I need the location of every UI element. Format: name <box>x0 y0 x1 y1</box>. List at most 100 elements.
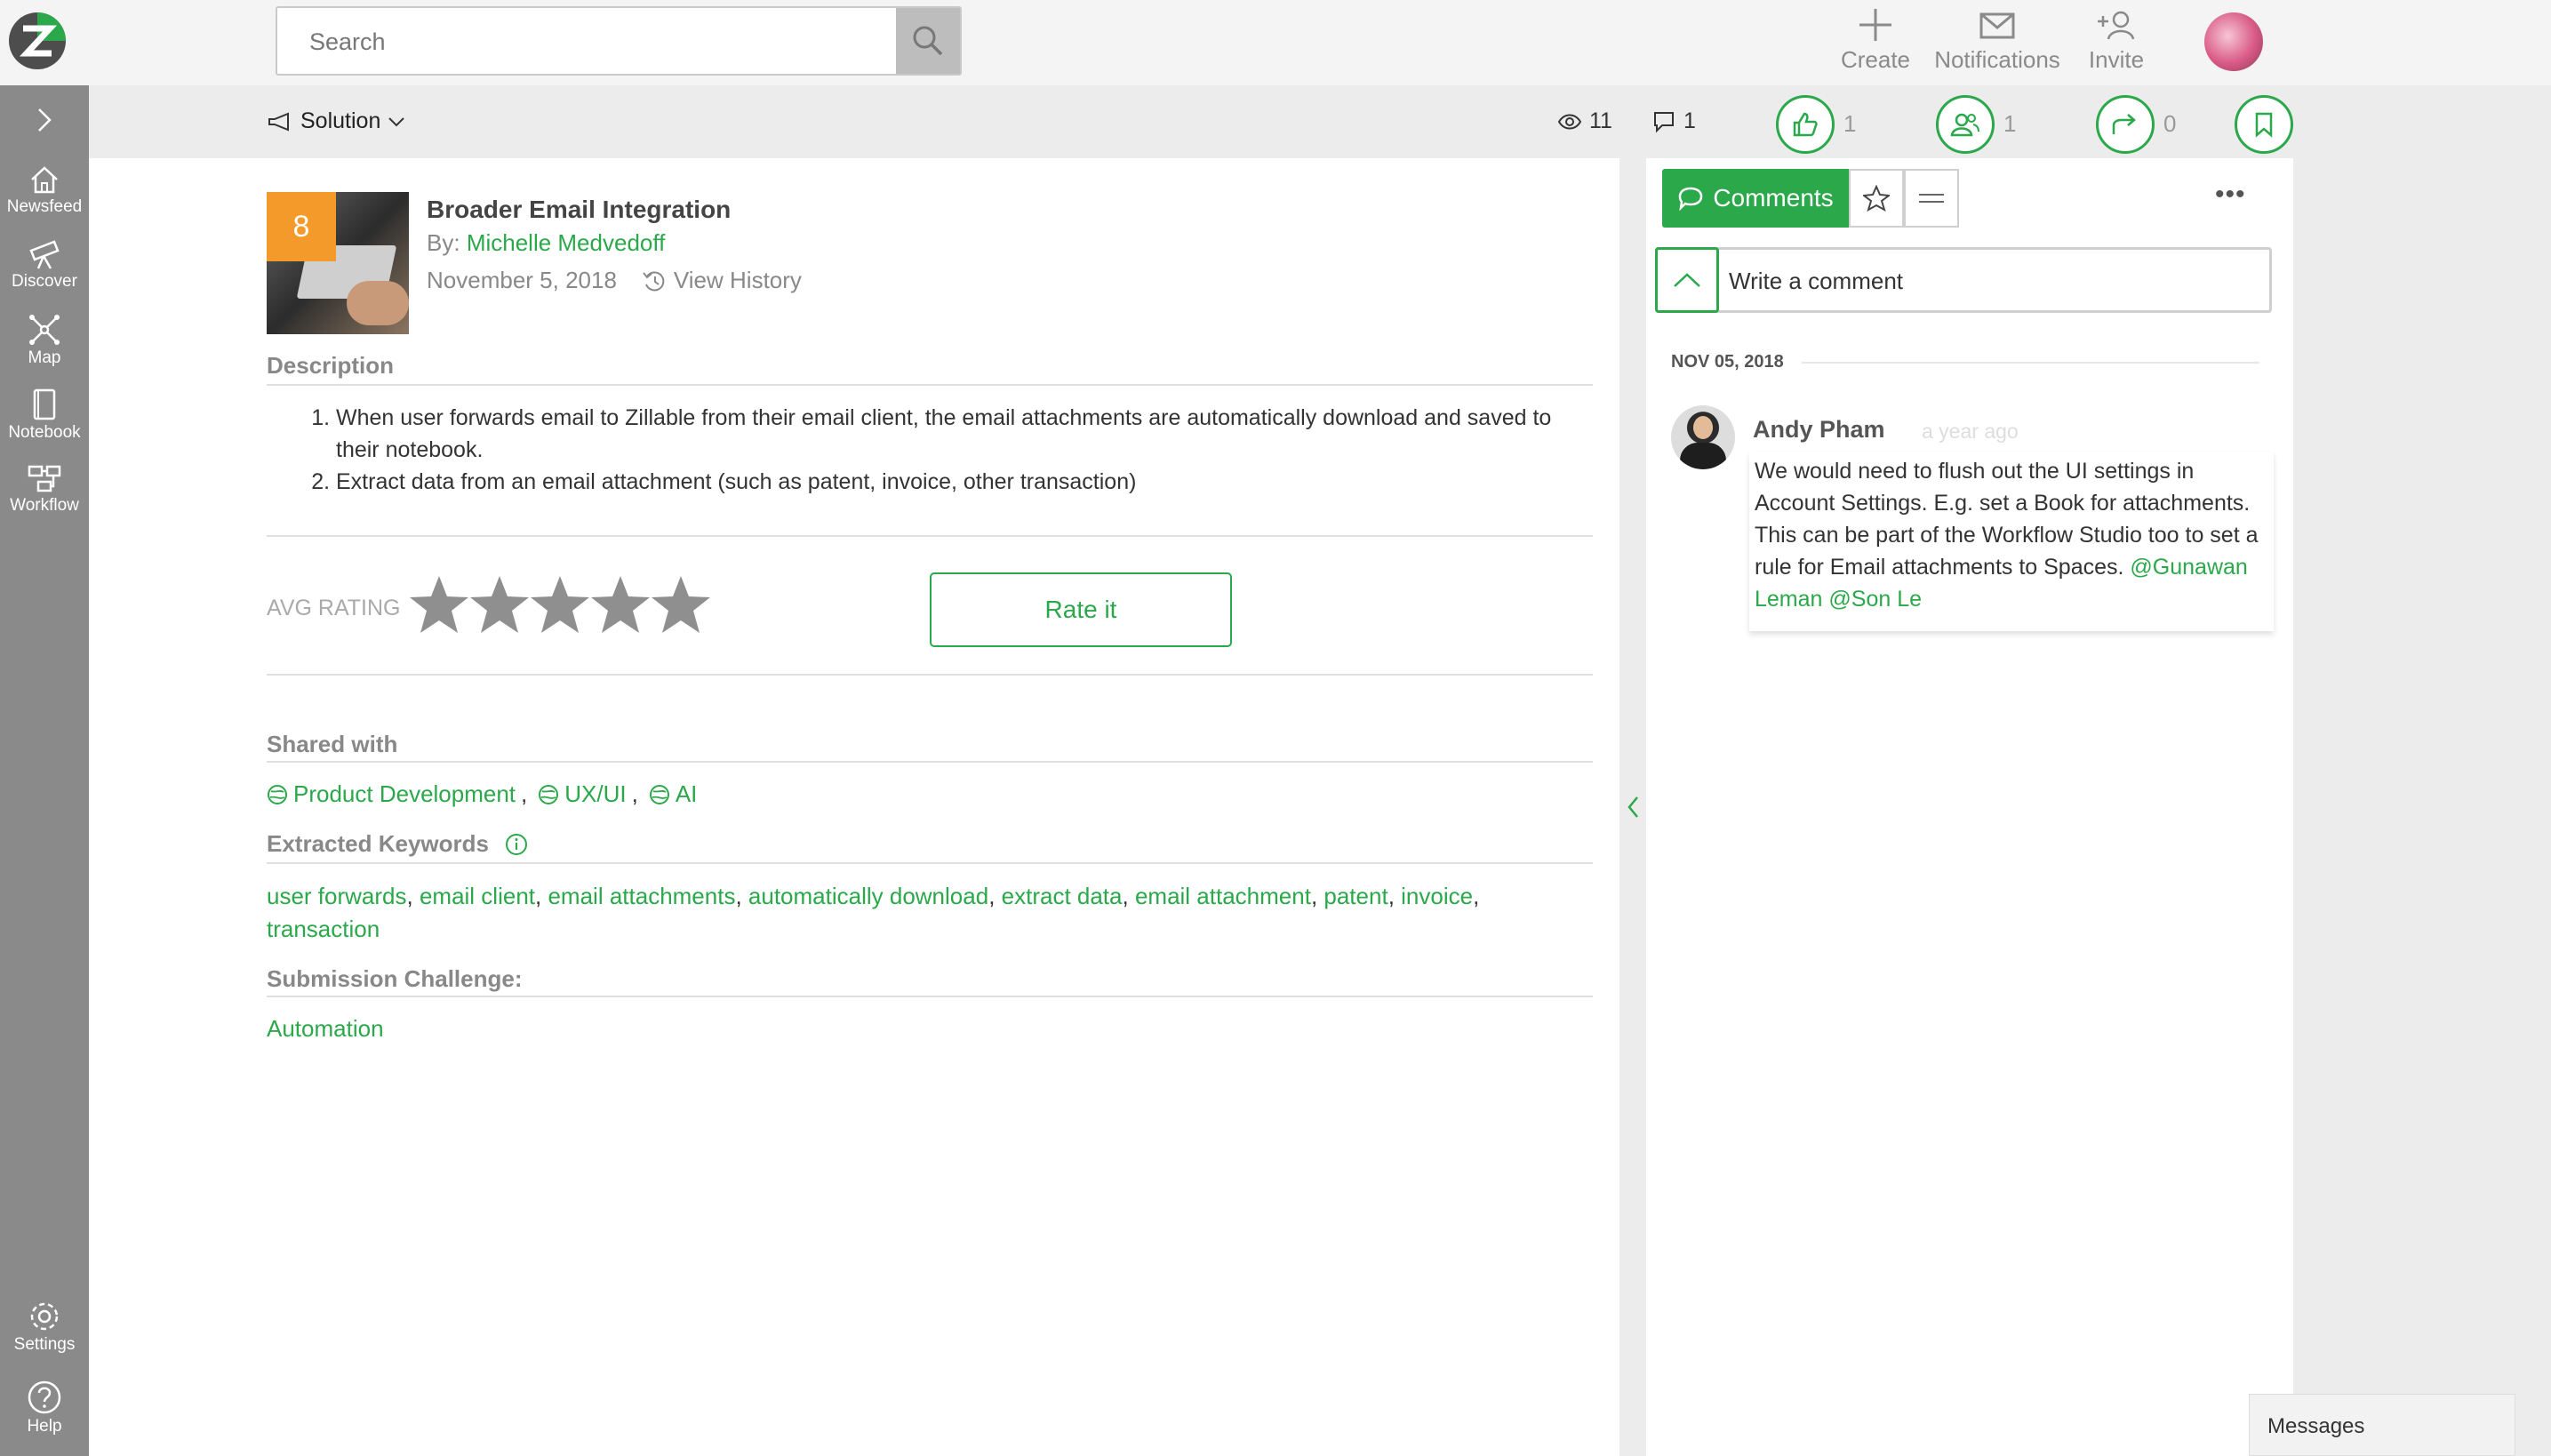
sidebar-item-label: Discover <box>12 272 77 291</box>
sidebar-item-settings[interactable]: Settings <box>0 1300 89 1355</box>
views-value: 11 <box>1589 108 1612 133</box>
score-badge: 8 <box>267 192 336 261</box>
comment-body: We would need to flush out the UI settin… <box>1749 452 2274 631</box>
sidebar-item-workflow[interactable]: Workflow <box>0 462 89 516</box>
shared-space-link[interactable]: UX/UI <box>564 780 626 808</box>
chevron-left-icon <box>1627 796 1638 818</box>
star-icon <box>531 576 589 633</box>
shared-space-link[interactable]: AI <box>676 780 698 808</box>
likes-value: 1 <box>1843 110 1857 137</box>
divider <box>267 761 1593 763</box>
create-button[interactable]: Create <box>1840 7 1911 76</box>
comments-panel: Comments ••• Write a comment NOV 05, 201… <box>1646 158 2293 1456</box>
keyword-link[interactable]: invoice <box>1401 883 1473 909</box>
keyword-link[interactable]: extract data <box>1002 883 1123 909</box>
comment-input[interactable]: Write a comment <box>1655 247 2272 313</box>
like-button[interactable] <box>1776 95 1835 154</box>
bookmark-icon <box>2255 112 2273 138</box>
expand-comment-button[interactable] <box>1655 247 1719 313</box>
telescope-icon <box>29 240 60 269</box>
tab-favorites[interactable] <box>1849 169 1904 228</box>
sidebar-item-label: Settings <box>13 1335 76 1354</box>
byline: By: Michelle Medvedoff <box>427 229 665 257</box>
home-icon <box>31 166 58 194</box>
endorse-button[interactable] <box>1936 95 1995 154</box>
bookmark-button[interactable] <box>2235 95 2293 154</box>
sidebar-item-help[interactable]: Help <box>0 1380 89 1436</box>
expand-sidebar-button[interactable] <box>0 85 89 155</box>
divider <box>267 384 1593 386</box>
sidebar-item-label: Newsfeed <box>6 197 83 216</box>
info-icon[interactable] <box>505 833 528 856</box>
zillable-logo[interactable] <box>7 4 68 78</box>
view-history-label: View History <box>673 267 802 293</box>
keyword-link[interactable]: patent <box>1323 883 1387 909</box>
view-history-link[interactable]: View History <box>642 267 802 294</box>
date-separator-label: NOV 05, 2018 <box>1671 352 1784 372</box>
keyword-link[interactable]: automatically download <box>748 883 988 909</box>
comments-count[interactable]: 1 <box>1651 108 1696 134</box>
by-prefix: By: <box>427 229 460 256</box>
comment-author[interactable]: Andy Pham <box>1753 416 1885 444</box>
keyword-link[interactable]: user forwards <box>267 883 407 909</box>
search-icon <box>913 26 943 56</box>
comments-value: 1 <box>1683 108 1696 133</box>
history-icon <box>643 270 665 291</box>
sidebar-item-map[interactable]: Map <box>0 313 89 368</box>
challenge-link[interactable]: Automation <box>267 1015 384 1043</box>
shared-space-link[interactable]: Product Development <box>293 780 516 808</box>
tab-list[interactable] <box>1904 169 1959 228</box>
collapse-panel-button[interactable] <box>1619 158 1646 1456</box>
notifications-button[interactable]: Notifications <box>1931 7 2064 76</box>
star-icon <box>652 576 710 633</box>
keyword-link[interactable]: transaction <box>267 916 380 942</box>
author-link[interactable]: Michelle Medvedoff <box>467 229 666 256</box>
speech-bubble-icon <box>1679 187 1703 211</box>
rating-stars <box>409 574 711 636</box>
search-input[interactable] <box>309 26 878 58</box>
commenter-avatar[interactable] <box>1671 405 1735 469</box>
sidebar-item-newsfeed[interactable]: Newsfeed <box>0 164 89 217</box>
description-list: When user forwards email to Zillable fro… <box>309 402 1589 498</box>
star-icon <box>410 576 468 633</box>
sidebar-item-notebook[interactable]: Notebook <box>0 388 89 443</box>
rate-it-button[interactable]: Rate it <box>930 572 1232 647</box>
keyword-link[interactable]: email attachment <box>1135 883 1311 909</box>
chevron-right-icon <box>38 108 52 132</box>
share-icon <box>2112 114 2136 134</box>
sidebar-item-discover[interactable]: Discover <box>0 238 89 292</box>
tab-comments[interactable]: Comments <box>1662 169 1849 228</box>
messages-button[interactable]: Messages <box>2249 1394 2515 1456</box>
keywords-heading-label: Extracted Keywords <box>267 830 489 857</box>
type-selector[interactable]: Solution <box>267 108 405 134</box>
chevron-up-icon <box>1674 273 1700 287</box>
globe-icon <box>539 784 559 804</box>
top-bar: Create Notifications Invite <box>0 0 2551 85</box>
keyword-link[interactable]: email attachments <box>548 883 735 909</box>
gear-icon <box>30 1302 59 1331</box>
notebook-icon <box>33 388 56 420</box>
divider <box>267 674 1593 676</box>
keywords-heading: Extracted Keywords <box>267 830 528 858</box>
idea-date: November 5, 2018 <box>427 267 617 293</box>
shares-value: 0 <box>2163 110 2177 137</box>
more-options-button[interactable]: ••• <box>2215 180 2246 210</box>
star-icon <box>470 576 529 633</box>
keyword-link[interactable]: email client <box>420 883 535 909</box>
description-item: When user forwards email to Zillable fro… <box>336 402 1589 466</box>
endorse-value: 1 <box>2003 110 2017 137</box>
create-label: Create <box>1840 46 1911 73</box>
user-avatar[interactable] <box>2204 12 2263 71</box>
mention-link[interactable]: @Son Le <box>1828 587 1922 612</box>
workflow-icon <box>28 465 61 492</box>
plus-icon <box>1859 9 1891 41</box>
date-separator: NOV 05, 2018 <box>1671 352 2259 372</box>
envelope-icon <box>1979 12 2015 39</box>
tab-comments-label: Comments <box>1713 184 1834 212</box>
invite-button[interactable]: Invite <box>2078 7 2155 76</box>
keywords-list: user forwards, email client, email attac… <box>267 883 1480 942</box>
share-button[interactable] <box>2096 95 2155 154</box>
idea-toolbar: Solution 11 1 1 1 0 <box>89 85 2551 158</box>
search-button[interactable] <box>896 8 960 74</box>
notifications-label: Notifications <box>1934 46 2060 73</box>
